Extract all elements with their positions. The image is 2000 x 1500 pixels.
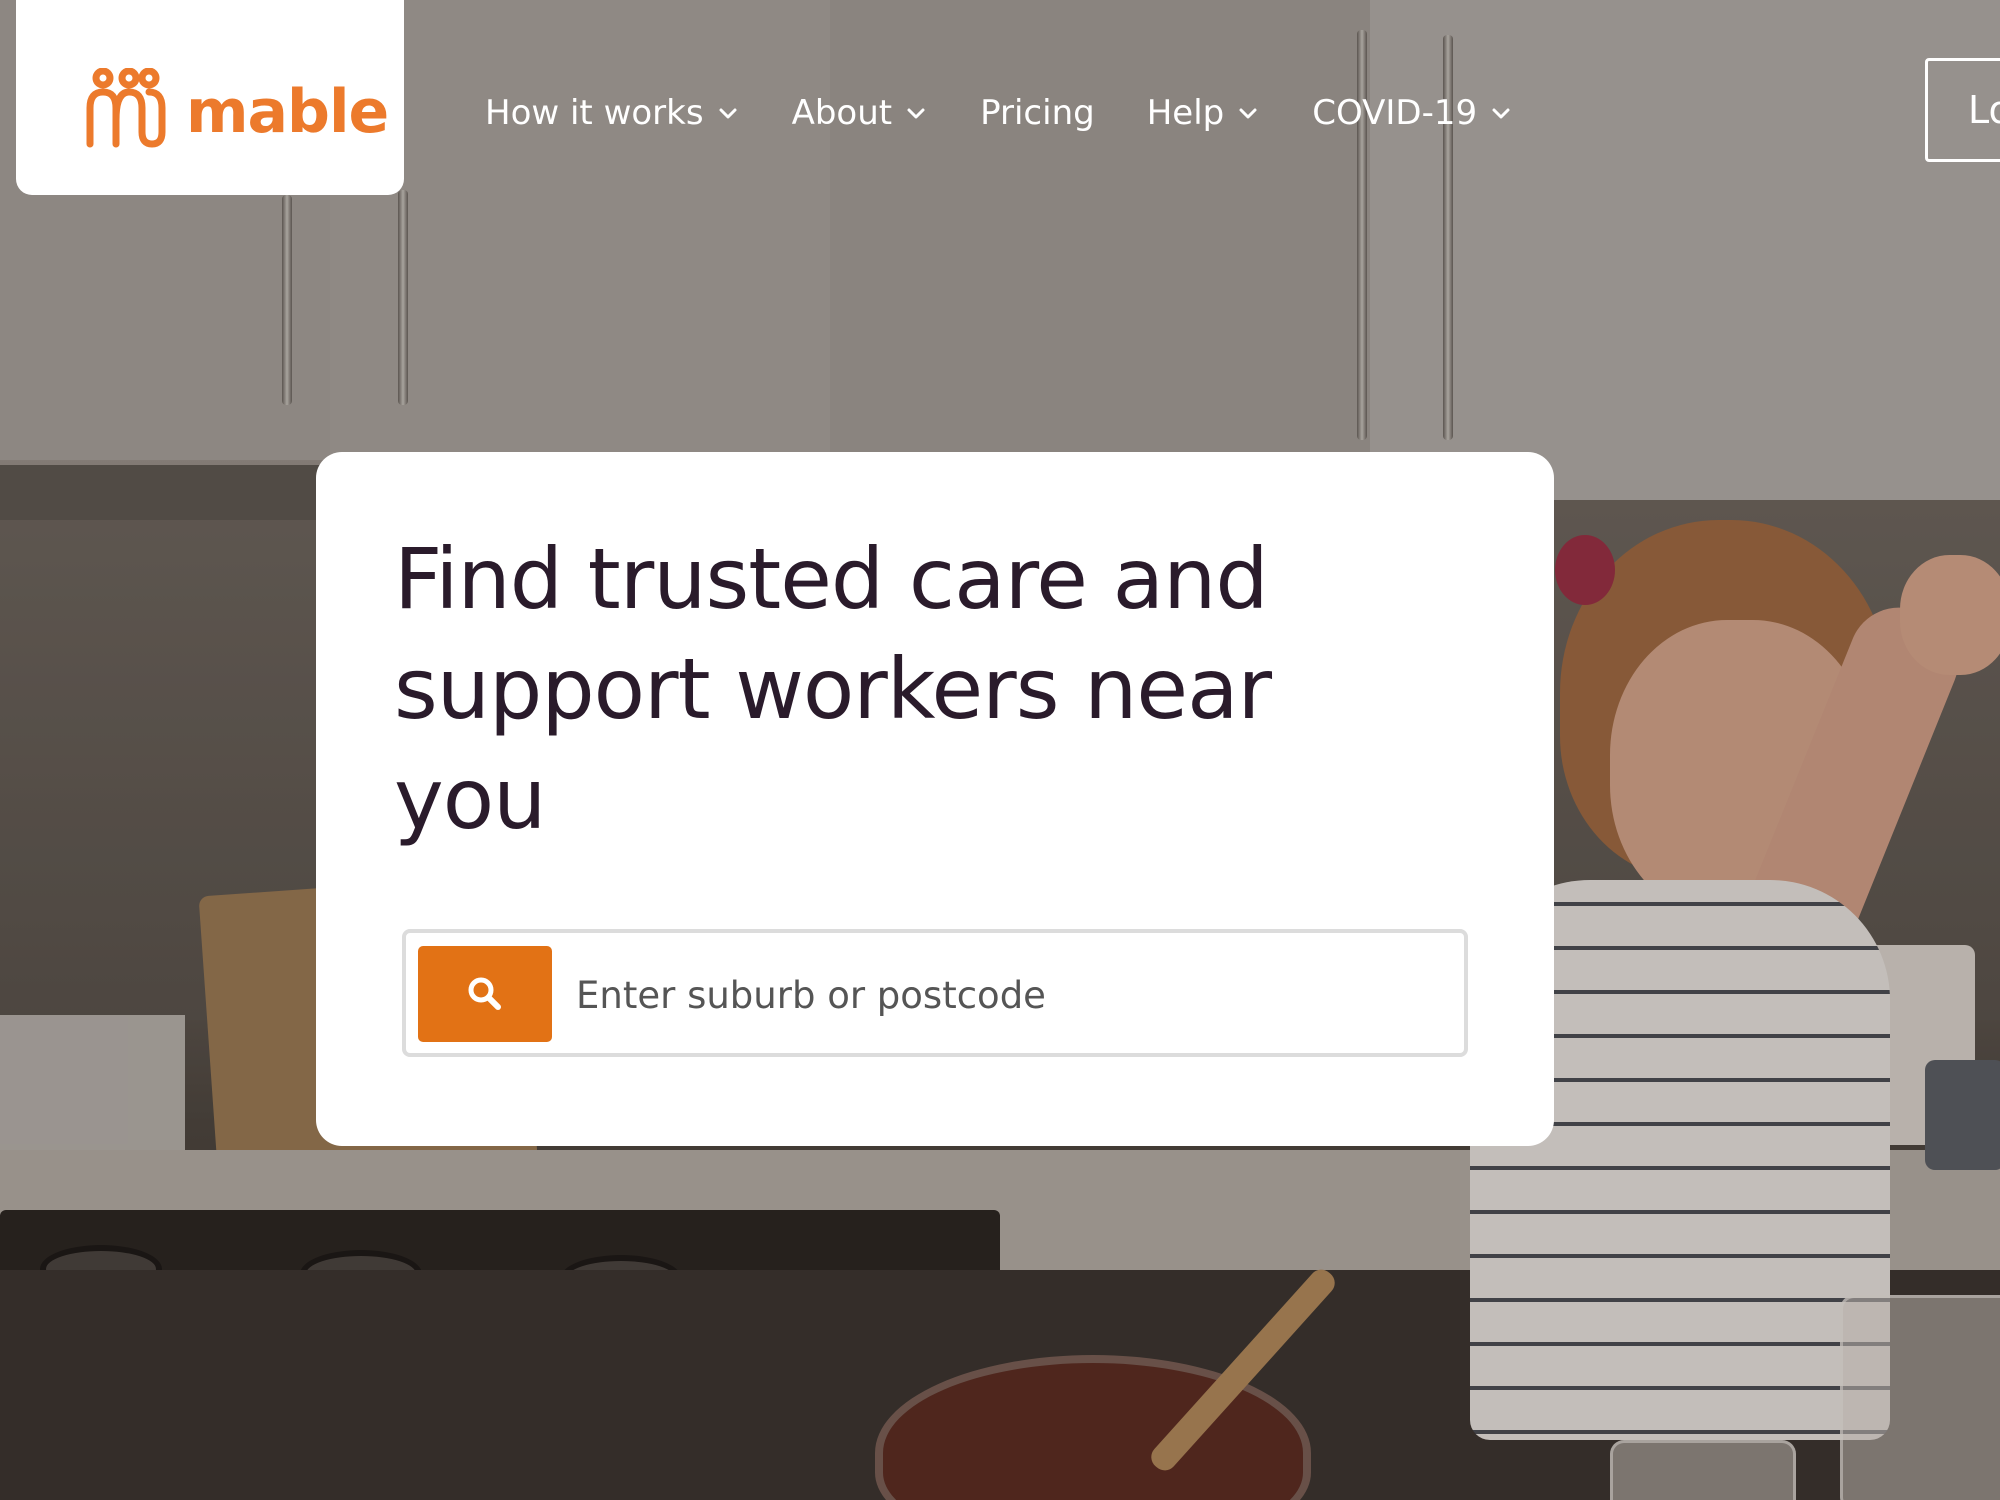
nav-item-label: How it works bbox=[485, 93, 704, 133]
hero-title: Find trusted care and support workers ne… bbox=[394, 530, 1272, 848]
chevron-down-icon bbox=[1239, 108, 1257, 119]
location-search-form bbox=[402, 929, 1468, 1057]
nav-item-about[interactable]: About bbox=[792, 93, 929, 133]
mable-logo-icon bbox=[86, 68, 166, 148]
nav-item-covid-19[interactable]: COVID-19 bbox=[1312, 93, 1513, 133]
main-nav: How it works About Pricing Help COVID-19 bbox=[485, 88, 1513, 138]
chevron-down-icon bbox=[907, 108, 925, 119]
login-button[interactable]: Lo bbox=[1925, 58, 2000, 162]
search-button[interactable] bbox=[418, 946, 552, 1042]
logo-wordmark: mable bbox=[186, 77, 389, 147]
chevron-down-icon bbox=[1492, 108, 1510, 119]
chevron-down-icon bbox=[719, 108, 737, 119]
nav-item-label: COVID-19 bbox=[1312, 93, 1478, 133]
nav-item-how-it-works[interactable]: How it works bbox=[485, 93, 740, 133]
nav-item-label: Pricing bbox=[980, 93, 1095, 133]
suburb-postcode-input[interactable] bbox=[574, 955, 1438, 1035]
logo-link[interactable]: mable bbox=[16, 0, 404, 195]
nav-item-pricing[interactable]: Pricing bbox=[980, 93, 1095, 133]
hero-search-card: Find trusted care and support workers ne… bbox=[316, 452, 1554, 1146]
search-icon bbox=[468, 977, 501, 1010]
nav-item-help[interactable]: Help bbox=[1147, 93, 1261, 133]
nav-item-label: Help bbox=[1146, 93, 1225, 133]
nav-item-label: About bbox=[791, 93, 893, 133]
